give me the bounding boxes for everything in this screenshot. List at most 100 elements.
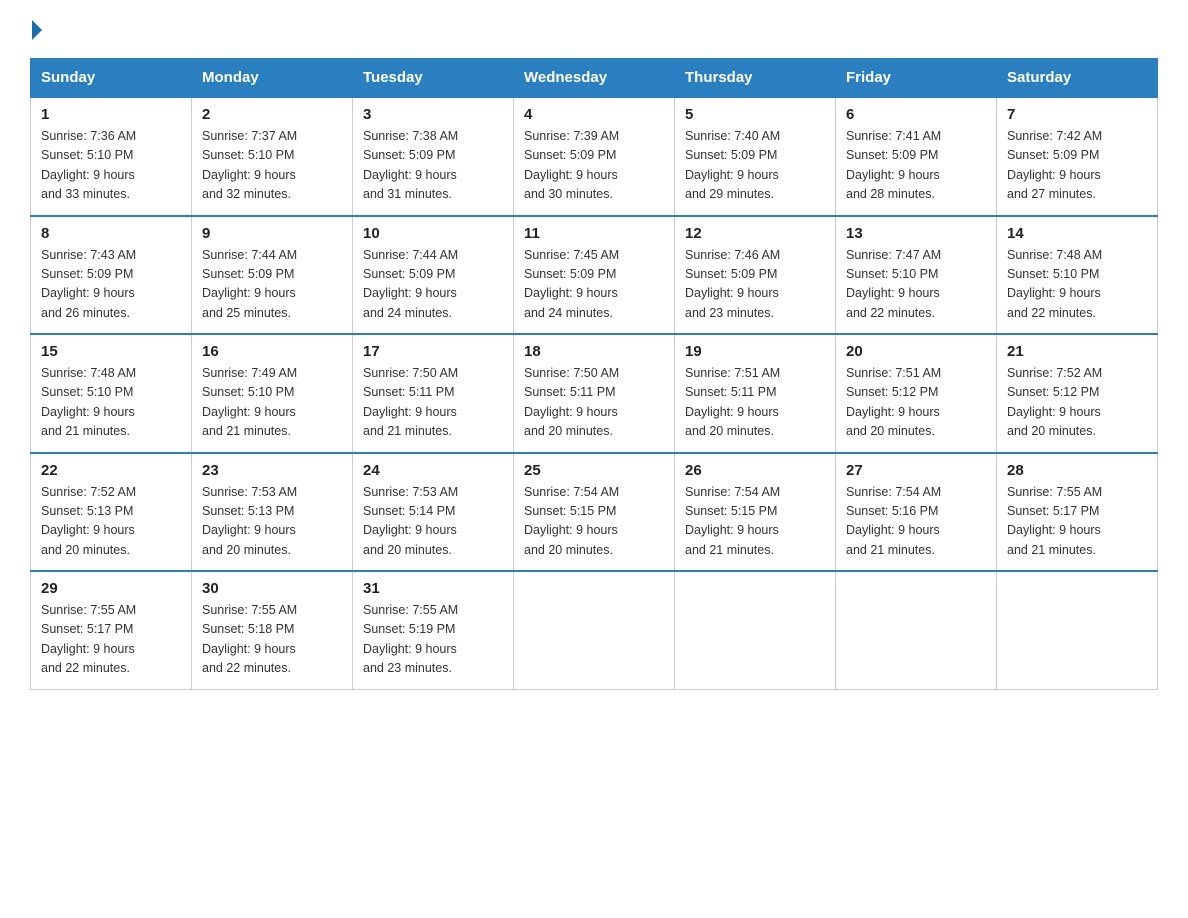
week-row-5: 29 Sunrise: 7:55 AMSunset: 5:17 PMDayligh… [31, 571, 1158, 689]
day-number: 27 [846, 462, 986, 479]
day-number: 7 [1007, 106, 1147, 123]
day-info: Sunrise: 7:51 AMSunset: 5:11 PMDaylight:… [685, 364, 825, 442]
day-number: 31 [363, 580, 503, 597]
day-number: 23 [202, 462, 342, 479]
calendar-cell: 21 Sunrise: 7:52 AMSunset: 5:12 PMDayligh… [997, 334, 1158, 453]
day-number: 18 [524, 343, 664, 360]
day-info: Sunrise: 7:52 AMSunset: 5:12 PMDaylight:… [1007, 364, 1147, 442]
calendar-cell: 5 Sunrise: 7:40 AMSunset: 5:09 PMDaylight… [675, 97, 836, 216]
day-info: Sunrise: 7:50 AMSunset: 5:11 PMDaylight:… [524, 364, 664, 442]
week-row-2: 8 Sunrise: 7:43 AMSunset: 5:09 PMDaylight… [31, 216, 1158, 335]
weekday-header-row: SundayMondayTuesdayWednesdayThursdayFrid… [31, 59, 1158, 98]
day-info: Sunrise: 7:55 AMSunset: 5:17 PMDaylight:… [1007, 483, 1147, 561]
weekday-header-friday: Friday [836, 59, 997, 98]
day-info: Sunrise: 7:40 AMSunset: 5:09 PMDaylight:… [685, 127, 825, 205]
day-number: 19 [685, 343, 825, 360]
calendar-cell: 19 Sunrise: 7:51 AMSunset: 5:11 PMDayligh… [675, 334, 836, 453]
calendar-cell: 13Sunrise: 7:47 AMSunset: 5:10 PMDayligh… [836, 216, 997, 335]
week-row-4: 22 Sunrise: 7:52 AMSunset: 5:13 PMDayligh… [31, 453, 1158, 572]
calendar-cell: 10 Sunrise: 7:44 AMSunset: 5:09 PMDayligh… [353, 216, 514, 335]
calendar-cell: 30 Sunrise: 7:55 AMSunset: 5:18 PMDayligh… [192, 571, 353, 689]
day-number: 1 [41, 106, 181, 123]
day-number: 26 [685, 462, 825, 479]
calendar-cell [836, 571, 997, 689]
calendar-cell: 3Sunrise: 7:38 AMSunset: 5:09 PMDaylight… [353, 97, 514, 216]
day-number: 28 [1007, 462, 1147, 479]
day-number: 15 [41, 343, 181, 360]
day-info: Sunrise: 7:46 AMSunset: 5:09 PMDaylight:… [685, 246, 825, 324]
calendar-cell: 27 Sunrise: 7:54 AMSunset: 5:16 PMDayligh… [836, 453, 997, 572]
calendar-cell: 26 Sunrise: 7:54 AMSunset: 5:15 PMDayligh… [675, 453, 836, 572]
day-info: Sunrise: 7:55 AMSunset: 5:18 PMDaylight:… [202, 601, 342, 679]
header [30, 20, 1158, 40]
day-number: 14 [1007, 225, 1147, 242]
day-info: Sunrise: 7:52 AMSunset: 5:13 PMDaylight:… [41, 483, 181, 561]
calendar-cell: 12 Sunrise: 7:46 AMSunset: 5:09 PMDayligh… [675, 216, 836, 335]
calendar-cell: 9 Sunrise: 7:44 AMSunset: 5:09 PMDaylight… [192, 216, 353, 335]
day-number: 11 [524, 225, 664, 242]
day-number: 24 [363, 462, 503, 479]
calendar-cell: 20Sunrise: 7:51 AMSunset: 5:12 PMDayligh… [836, 334, 997, 453]
day-info: Sunrise: 7:53 AMSunset: 5:13 PMDaylight:… [202, 483, 342, 561]
day-number: 12 [685, 225, 825, 242]
weekday-header-wednesday: Wednesday [514, 59, 675, 98]
day-number: 5 [685, 106, 825, 123]
day-info: Sunrise: 7:55 AMSunset: 5:19 PMDaylight:… [363, 601, 503, 679]
day-info: Sunrise: 7:37 AMSunset: 5:10 PMDaylight:… [202, 127, 342, 205]
weekday-header-saturday: Saturday [997, 59, 1158, 98]
calendar-cell [514, 571, 675, 689]
calendar-cell: 25 Sunrise: 7:54 AMSunset: 5:15 PMDayligh… [514, 453, 675, 572]
day-info: Sunrise: 7:54 AMSunset: 5:16 PMDaylight:… [846, 483, 986, 561]
day-info: Sunrise: 7:54 AMSunset: 5:15 PMDaylight:… [524, 483, 664, 561]
day-info: Sunrise: 7:41 AMSunset: 5:09 PMDaylight:… [846, 127, 986, 205]
day-number: 30 [202, 580, 342, 597]
day-number: 20 [846, 343, 986, 360]
week-row-3: 15 Sunrise: 7:48 AMSunset: 5:10 PMDayligh… [31, 334, 1158, 453]
calendar-cell: 6 Sunrise: 7:41 AMSunset: 5:09 PMDaylight… [836, 97, 997, 216]
day-info: Sunrise: 7:54 AMSunset: 5:15 PMDaylight:… [685, 483, 825, 561]
day-number: 25 [524, 462, 664, 479]
calendar-cell: 16Sunrise: 7:49 AMSunset: 5:10 PMDayligh… [192, 334, 353, 453]
day-number: 21 [1007, 343, 1147, 360]
day-number: 10 [363, 225, 503, 242]
day-number: 16 [202, 343, 342, 360]
logo-arrow-icon [32, 20, 42, 40]
calendar-cell: 14Sunrise: 7:48 AMSunset: 5:10 PMDayligh… [997, 216, 1158, 335]
calendar-cell [675, 571, 836, 689]
day-info: Sunrise: 7:50 AMSunset: 5:11 PMDaylight:… [363, 364, 503, 442]
day-number: 9 [202, 225, 342, 242]
calendar-cell: 17 Sunrise: 7:50 AMSunset: 5:11 PMDayligh… [353, 334, 514, 453]
day-info: Sunrise: 7:53 AMSunset: 5:14 PMDaylight:… [363, 483, 503, 561]
day-number: 22 [41, 462, 181, 479]
weekday-header-sunday: Sunday [31, 59, 192, 98]
day-info: Sunrise: 7:55 AMSunset: 5:17 PMDaylight:… [41, 601, 181, 679]
weekday-header-monday: Monday [192, 59, 353, 98]
calendar-table: SundayMondayTuesdayWednesdayThursdayFrid… [30, 58, 1158, 690]
day-info: Sunrise: 7:43 AMSunset: 5:09 PMDaylight:… [41, 246, 181, 324]
day-number: 8 [41, 225, 181, 242]
calendar-cell: 2 Sunrise: 7:37 AMSunset: 5:10 PMDaylight… [192, 97, 353, 216]
day-number: 17 [363, 343, 503, 360]
day-info: Sunrise: 7:44 AMSunset: 5:09 PMDaylight:… [202, 246, 342, 324]
calendar-cell [997, 571, 1158, 689]
day-info: Sunrise: 7:39 AMSunset: 5:09 PMDaylight:… [524, 127, 664, 205]
calendar-cell: 4 Sunrise: 7:39 AMSunset: 5:09 PMDaylight… [514, 97, 675, 216]
calendar-cell: 11 Sunrise: 7:45 AMSunset: 5:09 PMDayligh… [514, 216, 675, 335]
day-info: Sunrise: 7:45 AMSunset: 5:09 PMDaylight:… [524, 246, 664, 324]
calendar-cell: 1Sunrise: 7:36 AMSunset: 5:10 PMDaylight… [31, 97, 192, 216]
calendar-cell: 22 Sunrise: 7:52 AMSunset: 5:13 PMDayligh… [31, 453, 192, 572]
day-number: 2 [202, 106, 342, 123]
day-number: 29 [41, 580, 181, 597]
calendar-cell: 18 Sunrise: 7:50 AMSunset: 5:11 PMDayligh… [514, 334, 675, 453]
day-number: 4 [524, 106, 664, 123]
day-info: Sunrise: 7:38 AMSunset: 5:09 PMDaylight:… [363, 127, 503, 205]
calendar-cell: 8 Sunrise: 7:43 AMSunset: 5:09 PMDaylight… [31, 216, 192, 335]
calendar-cell: 31 Sunrise: 7:55 AMSunset: 5:19 PMDayligh… [353, 571, 514, 689]
day-info: Sunrise: 7:48 AMSunset: 5:10 PMDaylight:… [41, 364, 181, 442]
day-info: Sunrise: 7:42 AMSunset: 5:09 PMDaylight:… [1007, 127, 1147, 205]
day-number: 6 [846, 106, 986, 123]
calendar-cell: 28 Sunrise: 7:55 AMSunset: 5:17 PMDayligh… [997, 453, 1158, 572]
day-info: Sunrise: 7:44 AMSunset: 5:09 PMDaylight:… [363, 246, 503, 324]
calendar-cell: 7 Sunrise: 7:42 AMSunset: 5:09 PMDaylight… [997, 97, 1158, 216]
calendar-cell: 23 Sunrise: 7:53 AMSunset: 5:13 PMDayligh… [192, 453, 353, 572]
